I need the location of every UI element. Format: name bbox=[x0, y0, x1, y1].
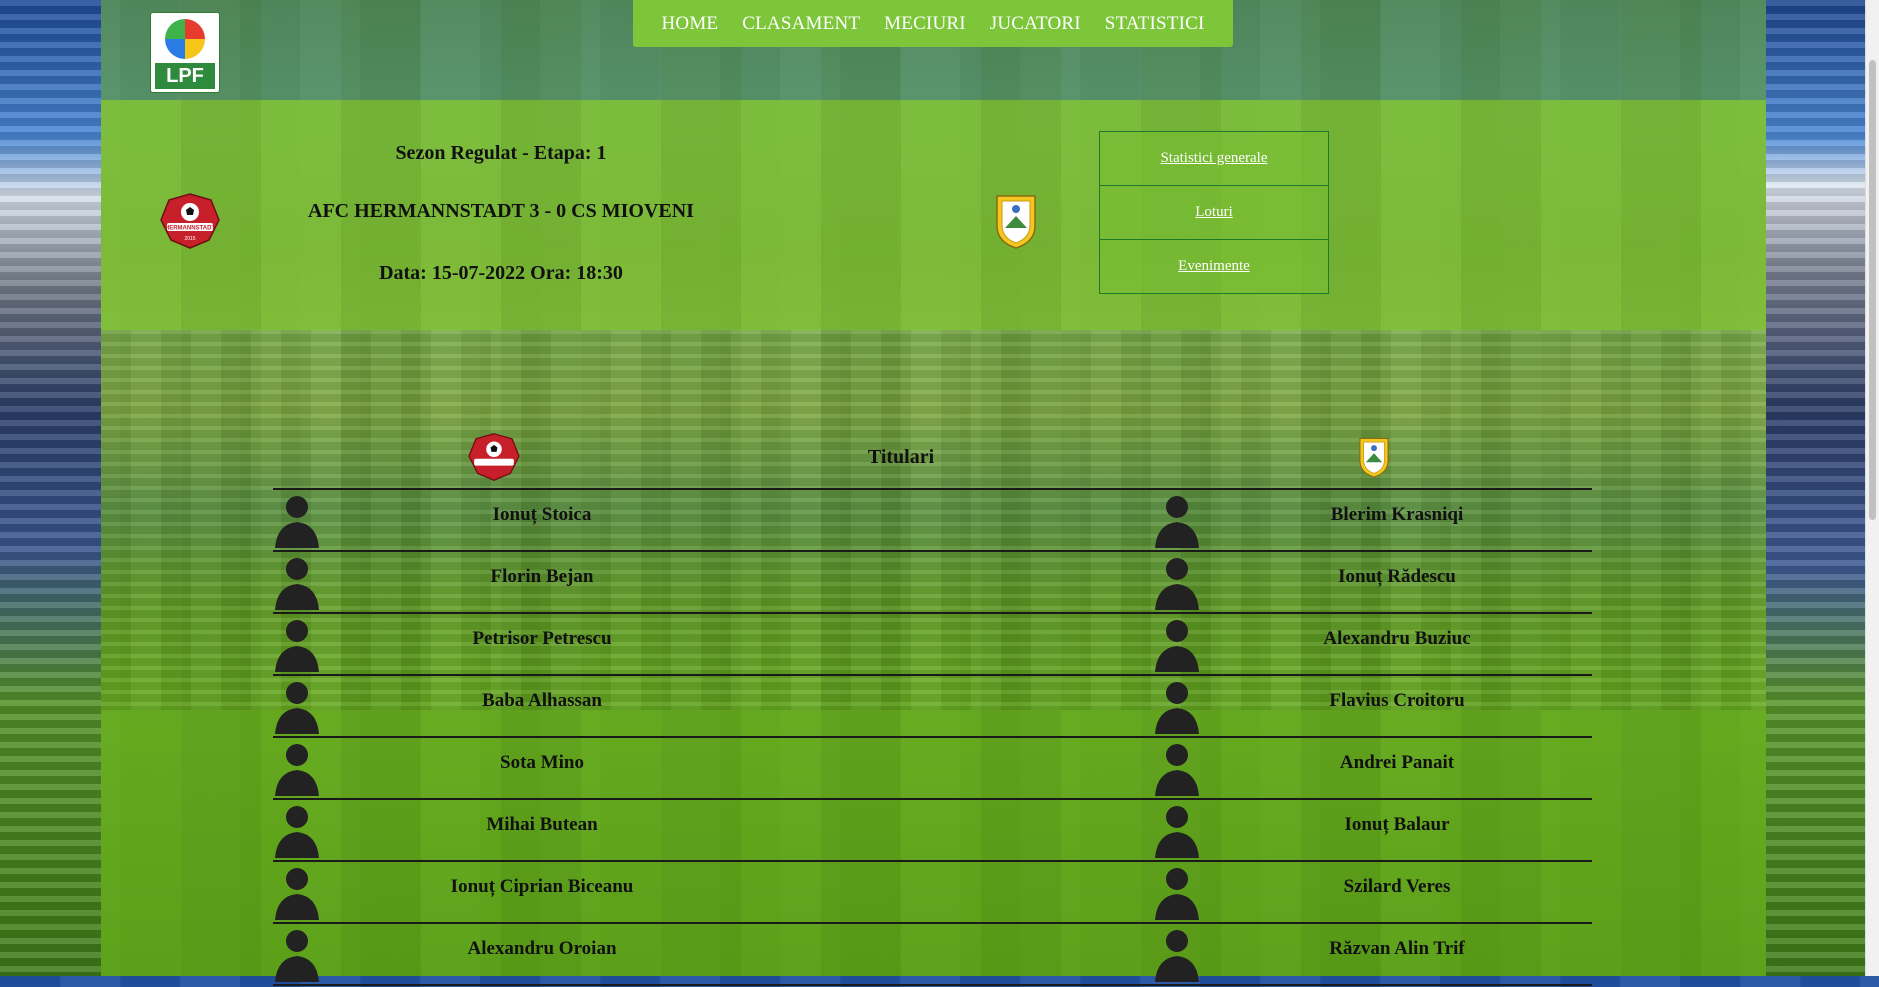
lineup-row: Ionuț Stoica Blerim Krasniqi bbox=[273, 488, 1592, 552]
hermann-badge-year: 2015 bbox=[184, 236, 195, 242]
player-avatar-icon bbox=[273, 616, 321, 672]
player-avatar-icon bbox=[1153, 492, 1201, 548]
tab-evenimente[interactable]: Evenimente bbox=[1099, 239, 1329, 294]
player-avatar-icon bbox=[1153, 678, 1201, 734]
player-name: Baba Alhassan bbox=[482, 690, 602, 711]
home-player[interactable]: Sota Mino bbox=[273, 738, 763, 798]
player-name: Petrisor Petrescu bbox=[472, 628, 612, 649]
lineup-row: Ionuț Ciprian Biceanu Szilard Veres bbox=[273, 862, 1592, 924]
nav-statistici[interactable]: STATISTICI bbox=[1105, 13, 1205, 35]
player-name: Răzvan Alin Trif bbox=[1329, 938, 1465, 959]
ball-icon bbox=[165, 19, 205, 59]
away-player[interactable]: Ionuț Balaur bbox=[1153, 800, 1593, 860]
lineup-table: Ionuț Stoica Blerim Krasniqi Florin Bejan I… bbox=[273, 488, 1592, 986]
lineup-title: Titulari bbox=[867, 446, 935, 468]
player-avatar-icon bbox=[273, 864, 321, 920]
season-stage: Sezon Regulat - Etapa: 1 bbox=[395, 142, 607, 164]
player-avatar-icon bbox=[273, 802, 321, 858]
lineup-row: Baba Alhassan Flavius Croitoru bbox=[273, 676, 1592, 738]
home-player[interactable]: Ionuț Ciprian Biceanu bbox=[273, 862, 763, 922]
stadium-background-right bbox=[1766, 0, 1879, 976]
nav-home[interactable]: HOME bbox=[662, 13, 719, 35]
home-player[interactable]: Alexandru Oroian bbox=[273, 924, 763, 984]
away-player[interactable]: Ionuț Rădescu bbox=[1153, 552, 1593, 612]
tab-statistici-generale[interactable]: Statistici generale bbox=[1099, 131, 1329, 186]
player-name: Ionuț Balaur bbox=[1344, 814, 1450, 835]
lineup-row: Petrisor Petrescu Alexandru Buziuc bbox=[273, 614, 1592, 676]
away-player[interactable]: Blerim Krasniqi bbox=[1153, 490, 1593, 550]
nav-clasament[interactable]: CLASAMENT bbox=[742, 13, 860, 35]
page-scrollbar[interactable] bbox=[1865, 0, 1879, 976]
player-name: Mihai Butean bbox=[486, 814, 598, 835]
home-player[interactable]: Florin Bejan bbox=[273, 552, 763, 612]
player-avatar-icon bbox=[1153, 864, 1201, 920]
hermannstadt-crest-icon: HERMANNSTADT 2015 bbox=[160, 193, 220, 249]
lineup-row: Florin Bejan Ionuț Rădescu bbox=[273, 552, 1592, 614]
player-name: Flavius Croitoru bbox=[1329, 690, 1465, 711]
lpf-logo[interactable]: LPF bbox=[150, 12, 220, 93]
scrollbar-thumb[interactable] bbox=[1869, 60, 1876, 520]
player-avatar-icon bbox=[1153, 926, 1201, 982]
home-player[interactable]: Baba Alhassan bbox=[273, 676, 763, 736]
lineup-row: Alexandru Oroian Răzvan Alin Trif bbox=[273, 924, 1592, 986]
away-player[interactable]: Andrei Panait bbox=[1153, 738, 1593, 798]
player-avatar-icon bbox=[273, 678, 321, 734]
mioveni-crest-small-icon bbox=[1359, 437, 1389, 478]
player-avatar-icon bbox=[273, 554, 321, 610]
home-player[interactable]: Ionuț Stoica bbox=[273, 490, 763, 550]
player-name: Szilard Veres bbox=[1343, 876, 1451, 897]
logo-text: LPF bbox=[155, 63, 215, 89]
player-name: Sota Mino bbox=[500, 752, 584, 773]
lineup-row: Sota Mino Andrei Panait bbox=[273, 738, 1592, 800]
player-avatar-icon bbox=[1153, 616, 1201, 672]
player-avatar-icon bbox=[273, 926, 321, 982]
away-player[interactable]: Alexandru Buziuc bbox=[1153, 614, 1593, 674]
match-result: AFC HERMANNSTADT 3 - 0 CS MIOVENI bbox=[308, 200, 694, 222]
match-datetime: Data: 15-07-2022 Ora: 18:30 bbox=[379, 262, 623, 284]
away-player[interactable]: Flavius Croitoru bbox=[1153, 676, 1593, 736]
player-name: Alexandru Oroian bbox=[467, 938, 617, 959]
player-avatar-icon bbox=[273, 740, 321, 796]
player-name: Andrei Panait bbox=[1339, 752, 1455, 773]
main-nav: HOME CLASAMENT MECIURI JUCATORI STATISTI… bbox=[633, 0, 1233, 47]
player-name: Ionuț Rădescu bbox=[1338, 566, 1456, 587]
away-player[interactable]: Szilard Veres bbox=[1153, 862, 1593, 922]
player-avatar-icon bbox=[1153, 554, 1201, 610]
hermann-badge-text: HERMANNSTADT bbox=[165, 226, 216, 232]
lineup-row: Mihai Butean Ionuț Balaur bbox=[273, 800, 1592, 862]
nav-meciuri[interactable]: MECIURI bbox=[884, 13, 966, 35]
match-tabs: Statistici generale Loturi Evenimente bbox=[1099, 131, 1329, 294]
mioveni-crest-icon bbox=[996, 195, 1036, 249]
main-container: LPF HOME CLASAMENT MECIURI JUCATORI STAT… bbox=[101, 0, 1766, 986]
tab-loturi[interactable]: Loturi bbox=[1099, 185, 1329, 240]
player-name: Alexandru Buziuc bbox=[1323, 628, 1471, 649]
player-name: Ionuț Ciprian Biceanu bbox=[450, 876, 634, 897]
player-avatar-icon bbox=[1153, 802, 1201, 858]
player-name: Florin Bejan bbox=[490, 566, 594, 587]
player-name: Ionuț Stoica bbox=[492, 504, 592, 525]
player-avatar-icon bbox=[273, 492, 321, 548]
away-player[interactable]: Răzvan Alin Trif bbox=[1153, 924, 1593, 984]
stadium-background-left bbox=[0, 0, 101, 976]
player-avatar-icon bbox=[1153, 740, 1201, 796]
home-player[interactable]: Mihai Butean bbox=[273, 800, 763, 860]
player-name: Blerim Krasniqi bbox=[1330, 504, 1464, 525]
home-player[interactable]: Petrisor Petrescu bbox=[273, 614, 763, 674]
nav-jucatori[interactable]: JUCATORI bbox=[990, 13, 1081, 35]
hermannstadt-crest-small-icon bbox=[468, 433, 520, 481]
